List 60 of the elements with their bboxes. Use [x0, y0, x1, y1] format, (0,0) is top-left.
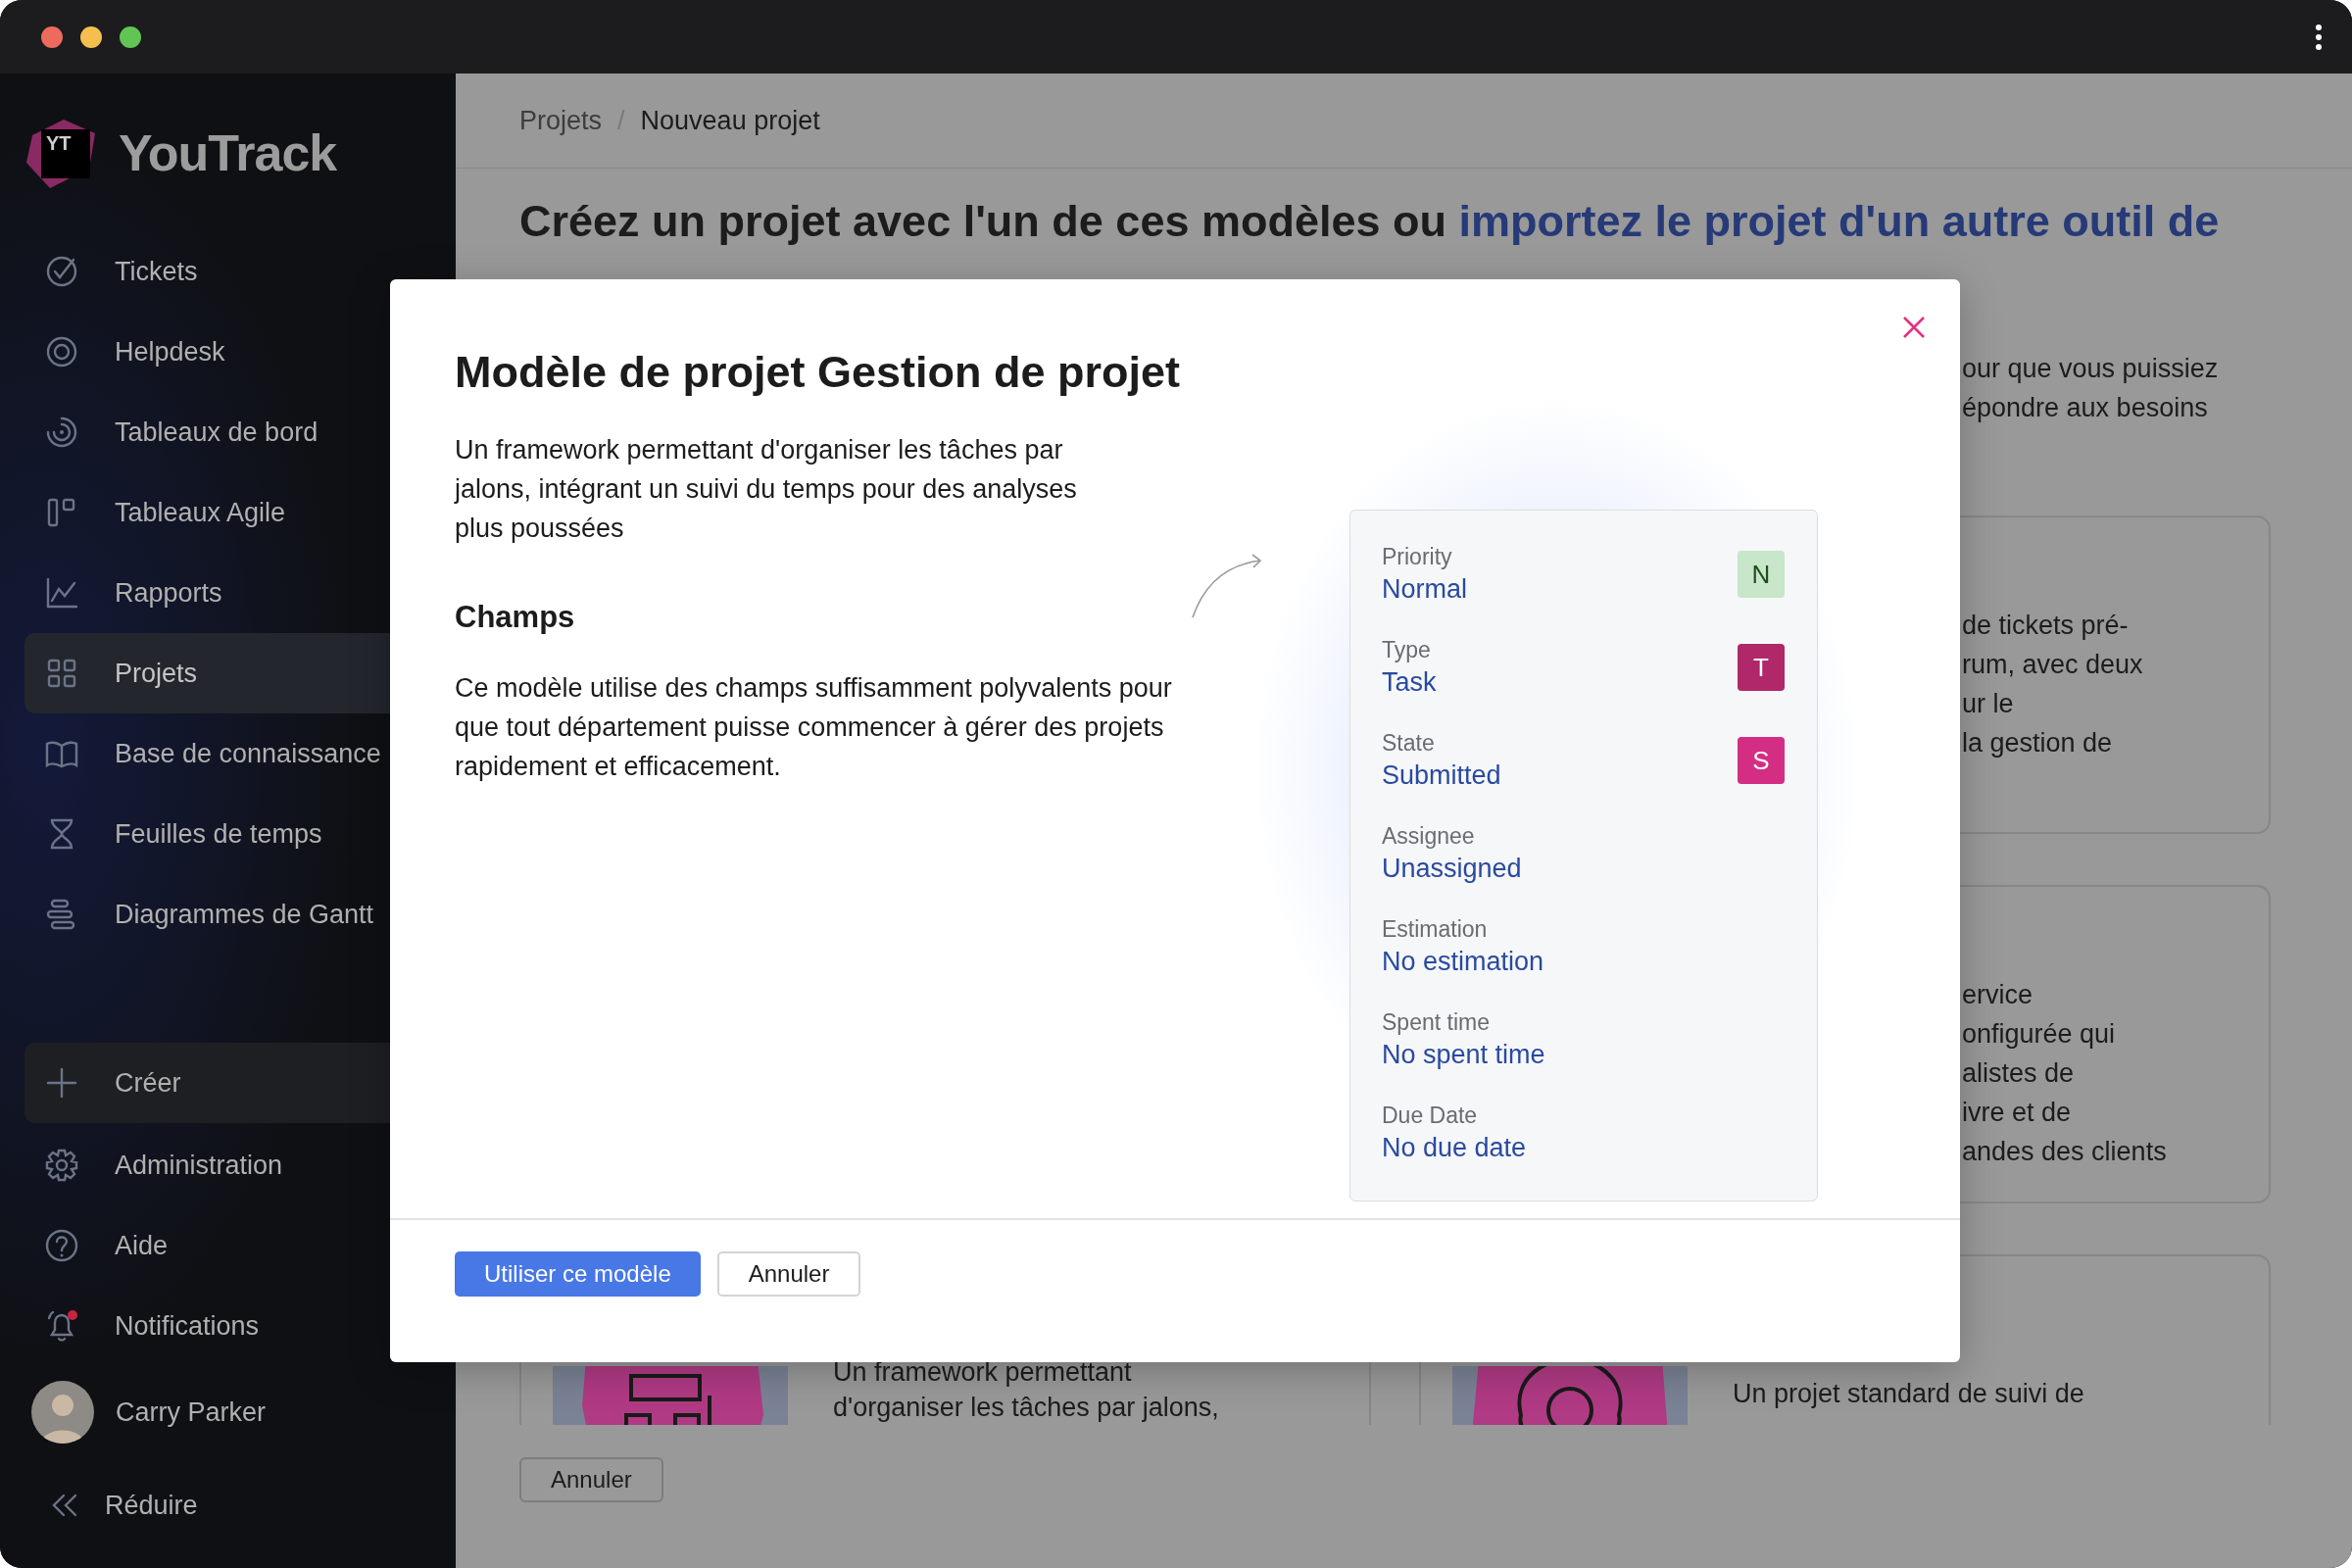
- field-value[interactable]: Unassigned: [1382, 851, 1522, 886]
- field-badge: S: [1738, 737, 1785, 784]
- check-circle-icon: [44, 254, 79, 289]
- field-label: Type: [1382, 636, 1432, 664]
- dialog-title: Modèle de projet Gestion de projet: [455, 346, 1182, 399]
- sidebar-item[interactable]: Tableaux de bord: [24, 392, 456, 472]
- card-description: Un projet standard de suivi de: [1733, 1378, 2084, 1410]
- sidebar-item[interactable]: Base de connaissance: [24, 713, 456, 794]
- breadcrumb-link[interactable]: Projets: [519, 100, 603, 141]
- minimize-window-button[interactable]: [80, 25, 102, 48]
- field-label: Assignee: [1382, 822, 1476, 851]
- page-description: our que vous puissiez épondre aux besoins: [1962, 353, 2220, 424]
- field-label: Due Date: [1382, 1102, 1479, 1130]
- sidebar-item[interactable]: Rapports: [24, 553, 456, 633]
- card-description: Un framework permettant d'organiser les tâches par jalons,: [833, 1356, 1219, 1424]
- use-template-button[interactable]: Utiliser ce modèle: [455, 1251, 701, 1297]
- cancel-button[interactable]: Annuler: [519, 1457, 663, 1502]
- close-window-button[interactable]: [41, 25, 63, 48]
- field-value[interactable]: Submitted: [1382, 758, 1501, 793]
- field-label: Estimation: [1382, 915, 1489, 944]
- sidebar-item[interactable]: Administration: [24, 1125, 456, 1205]
- gauge-icon: [44, 415, 79, 450]
- card-description: ervice onfigurée qui alistes de ivre et de andes des clients: [1962, 979, 2168, 1168]
- import-link[interactable]: importez le projet d'un autre outil de: [1458, 196, 2220, 246]
- field-label: State: [1382, 729, 1436, 758]
- page-heading: Créez un projet avec l'un de ces modèles ou importez le projet d'un autre outil de: [519, 195, 2221, 248]
- sidebar-item[interactable]: Notifications: [24, 1286, 456, 1366]
- breadcrumb-current: Nouveau projet: [640, 104, 820, 137]
- zoom-window-button[interactable]: [120, 25, 141, 48]
- field-label: Priority: [1382, 543, 1453, 571]
- field-value[interactable]: No due date: [1382, 1130, 1527, 1165]
- sidebar-item[interactable]: Tickets: [24, 231, 456, 312]
- card-description: de tickets pré- rum, avec deux ur le la gestion de: [1962, 610, 2144, 760]
- logo-mark: YT: [41, 128, 90, 178]
- field-badge: T: [1738, 644, 1785, 691]
- user-name[interactable]: Carry Parker: [116, 1392, 267, 1433]
- field-badge: N: [1738, 551, 1785, 598]
- app-name: YouTrack: [119, 122, 337, 183]
- field-value[interactable]: Normal: [1382, 571, 1467, 607]
- chart-icon: [44, 575, 79, 611]
- sidebar-item[interactable]: Feuilles de temps: [24, 794, 456, 874]
- more-icon[interactable]: [2315, 24, 2323, 51]
- close-icon[interactable]: [1902, 316, 1926, 339]
- collapse-button[interactable]: Réduire: [24, 1485, 198, 1526]
- settings-icon: [44, 1148, 79, 1183]
- field-value[interactable]: No spent time: [1382, 1037, 1545, 1072]
- plus-icon: [44, 1065, 79, 1101]
- cancel-button[interactable]: Annuler: [716, 1251, 861, 1297]
- help-icon: [44, 1228, 79, 1263]
- sidebar-item[interactable]: Aide: [24, 1205, 456, 1286]
- breadcrumb-separator: /: [617, 104, 625, 137]
- lifebuoy-icon: [44, 334, 79, 369]
- section-title: Champs: [455, 599, 576, 636]
- sidebar-item[interactable]: Diagrammes de Gantt: [24, 874, 456, 955]
- field-value[interactable]: Task: [1382, 664, 1437, 700]
- sidebar-item[interactable]: Helpdesk: [24, 312, 456, 392]
- template-description: Un framework permettant d'organiser les tâches par jalons, intégrant un suivi du temps pour des analyses plus poussées: [455, 434, 1078, 545]
- field-label: Spent time: [1382, 1008, 1491, 1037]
- field-value[interactable]: No estimation: [1382, 944, 1544, 979]
- section-description: Ce modèle utilise des champs suffisamment polyvalents pour que tout département puisse commencer à gérer des projets rapidement et efficacement.: [455, 672, 1173, 783]
